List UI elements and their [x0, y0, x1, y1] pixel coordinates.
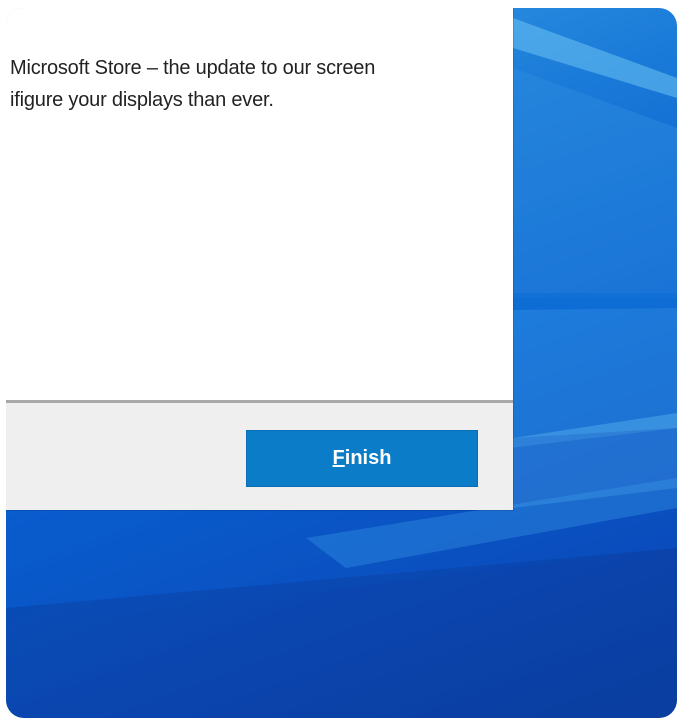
message-line-2: ifigure your displays than ever. — [10, 89, 274, 111]
screenshot-frame: Microsoft Store – the update to our scre… — [0, 0, 683, 722]
message-line-1: Microsoft Store – the update to our scre… — [10, 57, 376, 79]
finish-button[interactable]: Finish — [246, 430, 478, 487]
dialog-footer: Finish — [6, 403, 513, 510]
dialog-body: Microsoft Store – the update to our scre… — [6, 8, 513, 400]
finish-mnemonic: F — [332, 447, 345, 469]
dialog-message: Microsoft Store – the update to our scre… — [10, 52, 510, 116]
finish-label: inish — [344, 447, 392, 469]
setup-dialog: Microsoft Store – the update to our scre… — [6, 8, 513, 510]
